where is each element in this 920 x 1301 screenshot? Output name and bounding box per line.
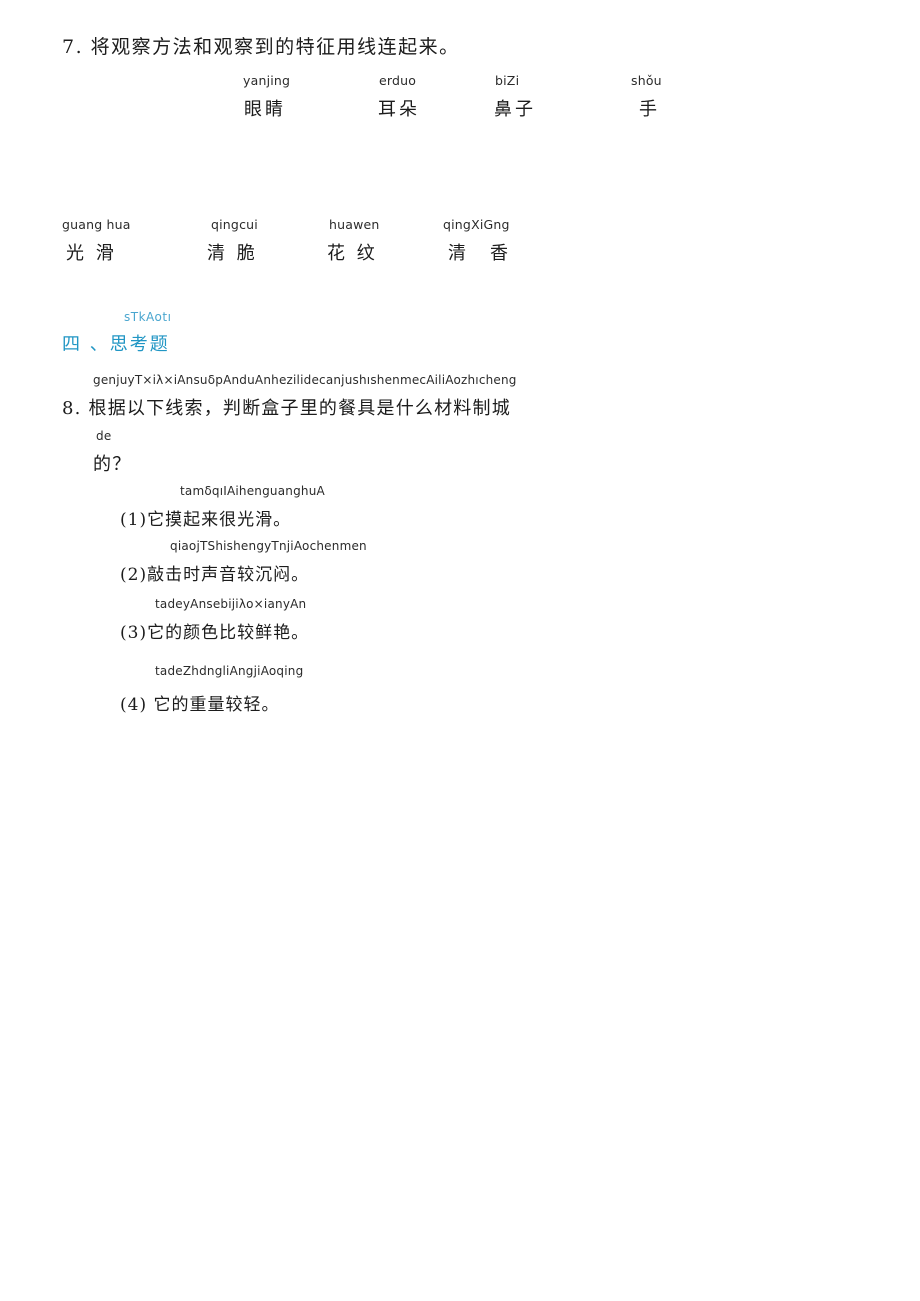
clue-3-pinyin: tadeyAnsebijiλo×ianyAn xyxy=(155,597,307,611)
pinyin-qingxiang: qingXiGng xyxy=(443,217,510,232)
clue-1-text: (1)它摸起来很光滑。 xyxy=(120,510,292,530)
word-huawen: 花 纹 xyxy=(327,243,378,264)
clue-4-text: (4) 它的重量较轻。 xyxy=(120,695,280,715)
word-bizi: 鼻子 xyxy=(494,99,536,120)
clue-2-pinyin: qiaojTShishengyTnjiAochenmen xyxy=(170,539,367,553)
pinyin-huawen: huawen xyxy=(329,217,380,232)
word-guanghua: 光 滑 xyxy=(66,243,117,264)
question-8-pinyin-line-2: de xyxy=(96,429,112,443)
section-4-pinyin: sTkAotı xyxy=(124,310,172,324)
worksheet-page: 7. 将观察方法和观察到的特征用线连起来。 yanjing 眼睛 erduo 耳… xyxy=(0,0,920,1301)
word-qingxiang: 清 香 xyxy=(448,243,511,264)
pinyin-qingcui: qingcui xyxy=(211,217,258,232)
word-erduo: 耳朵 xyxy=(378,99,420,120)
clue-2-text: (2)敲击时声音较沉闷。 xyxy=(120,565,310,585)
pinyin-bizi: biZi xyxy=(495,73,520,88)
word-qingcui: 清 脆 xyxy=(207,243,258,264)
word-yanjing: 眼睛 xyxy=(244,99,286,120)
section-4-title: 四 、思考题 xyxy=(62,334,170,355)
question-8-line-1: 8. 根据以下线索，判断盒子里的餐具是什么材料制城 xyxy=(62,398,511,419)
word-shou: 手 xyxy=(639,99,660,120)
clue-3-text: (3)它的颜色比较鲜艳。 xyxy=(120,623,310,643)
pinyin-guanghua: guang hua xyxy=(62,217,131,232)
clue-4-pinyin: tadeZhdngliAngjiAoqing xyxy=(155,664,304,678)
pinyin-shou: shǒu xyxy=(631,73,662,88)
pinyin-yanjing: yanjing xyxy=(243,73,291,88)
clue-1-pinyin: tamδqıIAihenguanghuA xyxy=(180,484,325,498)
question-8-pinyin-line-1: genjuyT×iλ×iAnsuδpAnduAnhezilidecanjushı… xyxy=(93,373,517,387)
question-7-heading: 7. 将观察方法和观察到的特征用线连起来。 xyxy=(62,36,460,58)
pinyin-erduo: erduo xyxy=(379,73,417,88)
question-8-line-2: 的？ xyxy=(93,454,132,475)
